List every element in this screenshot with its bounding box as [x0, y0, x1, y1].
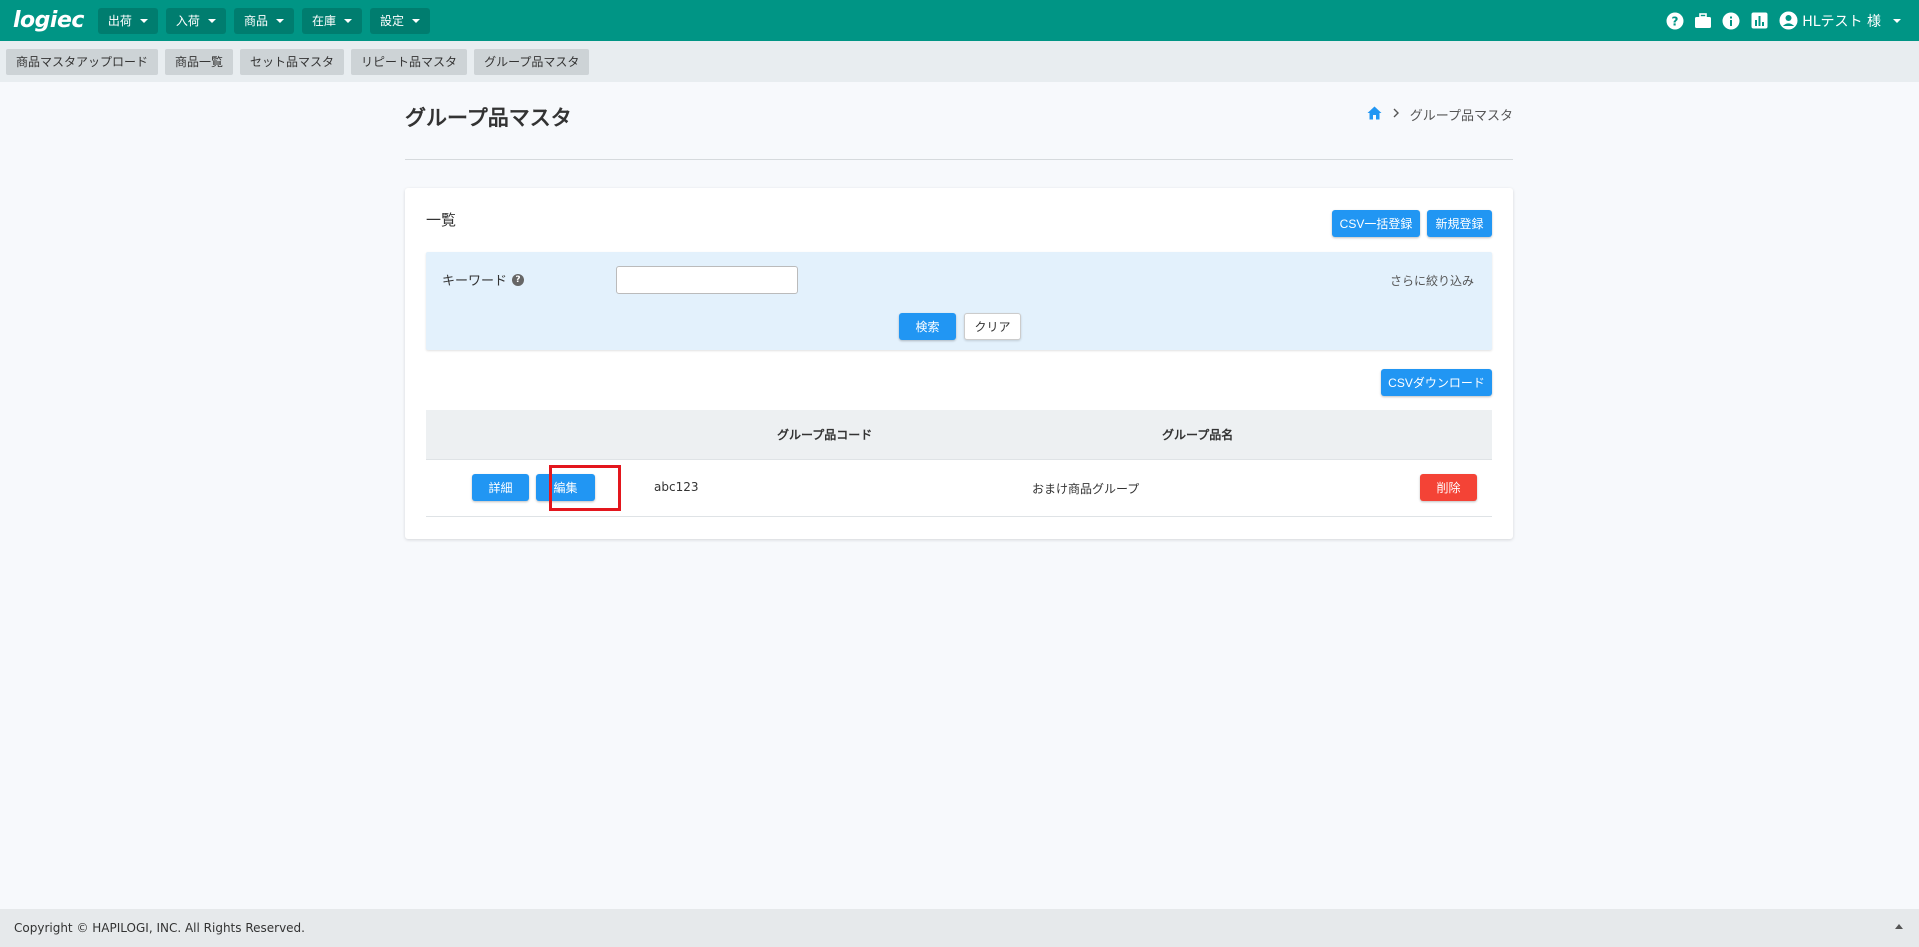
- divider: [405, 159, 1513, 160]
- breadcrumb-current: グループ品マスタ: [1409, 109, 1513, 124]
- keyword-label: キーワード ?: [442, 270, 525, 289]
- chevron-right-icon: [1392, 107, 1400, 122]
- subnav-group-master[interactable]: グループ品マスタ: [474, 48, 590, 75]
- svg-text:?: ?: [1672, 14, 1679, 28]
- top-navbar: logiec 出荷 入荷 商品 在庫 設定 ? HLテスト 様: [0, 0, 1919, 41]
- scroll-top-icon[interactable]: [1895, 924, 1903, 929]
- menu-label: 設定: [379, 14, 404, 28]
- copyright-text: Copyright © HAPILOGI, INC. All Rights Re…: [14, 921, 305, 935]
- menu-label: 入荷: [175, 14, 200, 28]
- sub-navbar: 商品マスタアップロード 商品一覧 セット品マスタ リピート品マスタ グループ品マ…: [0, 41, 1919, 82]
- menu-label: 商品: [243, 14, 268, 28]
- menu-label: 在庫: [311, 14, 336, 28]
- subnav-set-master[interactable]: セット品マスタ: [240, 48, 345, 75]
- column-header-code: グループ品コード: [777, 428, 873, 442]
- menu-label: 出荷: [107, 14, 132, 28]
- list-card: 一覧 CSV一括登録 新規登録 キーワード ? さらに絞り込み 検索 クリア C…: [405, 188, 1513, 539]
- info-icon[interactable]: [1721, 11, 1741, 31]
- csv-download-button[interactable]: CSVダウンロード: [1381, 369, 1492, 396]
- card-title: 一覧: [426, 211, 457, 229]
- subnav-product-upload[interactable]: 商品マスタアップロード: [6, 48, 159, 75]
- account-circle-icon: [1779, 11, 1798, 30]
- table-header: グループ品コード グループ品名: [426, 410, 1492, 460]
- clear-button[interactable]: クリア: [964, 313, 1021, 340]
- search-panel: キーワード ? さらに絞り込み 検索 クリア: [426, 252, 1492, 350]
- page-title: グループ品マスタ: [405, 106, 572, 130]
- user-name: HLテスト 様: [1802, 13, 1881, 30]
- home-icon[interactable]: [1367, 106, 1382, 124]
- table-row: 詳細 編集 abc123 おまけ商品グループ 削除: [426, 460, 1492, 517]
- analytics-icon[interactable]: [1749, 11, 1769, 31]
- edit-button[interactable]: 編集: [536, 474, 595, 501]
- search-button[interactable]: 検索: [899, 313, 956, 340]
- column-header-name: グループ品名: [1162, 428, 1234, 442]
- keyword-input[interactable]: [616, 266, 798, 294]
- menu-receiving[interactable]: 入荷: [165, 7, 226, 34]
- briefcase-icon[interactable]: [1693, 11, 1713, 31]
- more-filter-link[interactable]: さらに絞り込み: [1390, 272, 1474, 289]
- cell-name: おまけ商品グループ: [1032, 482, 1140, 496]
- caret-down-icon: [207, 18, 216, 23]
- keyword-label-text: キーワード: [442, 274, 508, 289]
- footer: Copyright © HAPILOGI, INC. All Rights Re…: [0, 909, 1919, 947]
- menu-inventory[interactable]: 在庫: [301, 7, 362, 34]
- caret-down-icon: [1893, 18, 1901, 23]
- csv-bulk-register-button[interactable]: CSV一括登録: [1332, 210, 1420, 237]
- caret-down-icon: [411, 18, 420, 23]
- subnav-product-list[interactable]: 商品一覧: [165, 48, 234, 75]
- caret-down-icon: [275, 18, 284, 23]
- cell-code: abc123: [654, 480, 699, 494]
- menu-settings[interactable]: 設定: [369, 7, 430, 34]
- logo[interactable]: logiec: [13, 8, 84, 33]
- delete-button[interactable]: 削除: [1420, 474, 1477, 501]
- top-right-tools: ? HLテスト 様: [1665, 0, 1901, 41]
- user-menu[interactable]: HLテスト 様: [1779, 11, 1901, 31]
- caret-down-icon: [139, 18, 148, 23]
- help-icon[interactable]: ?: [512, 273, 525, 286]
- caret-down-icon: [343, 18, 352, 23]
- menu-products[interactable]: 商品: [233, 7, 294, 34]
- new-register-button[interactable]: 新規登録: [1427, 210, 1492, 237]
- subnav-repeat-master[interactable]: リピート品マスタ: [351, 48, 468, 75]
- main-menu: 出荷 入荷 商品 在庫 設定: [97, 7, 430, 34]
- detail-button[interactable]: 詳細: [472, 474, 529, 501]
- breadcrumb: グループ品マスタ: [1367, 105, 1513, 124]
- help-icon[interactable]: ?: [1665, 11, 1685, 31]
- menu-shipping[interactable]: 出荷: [97, 7, 158, 34]
